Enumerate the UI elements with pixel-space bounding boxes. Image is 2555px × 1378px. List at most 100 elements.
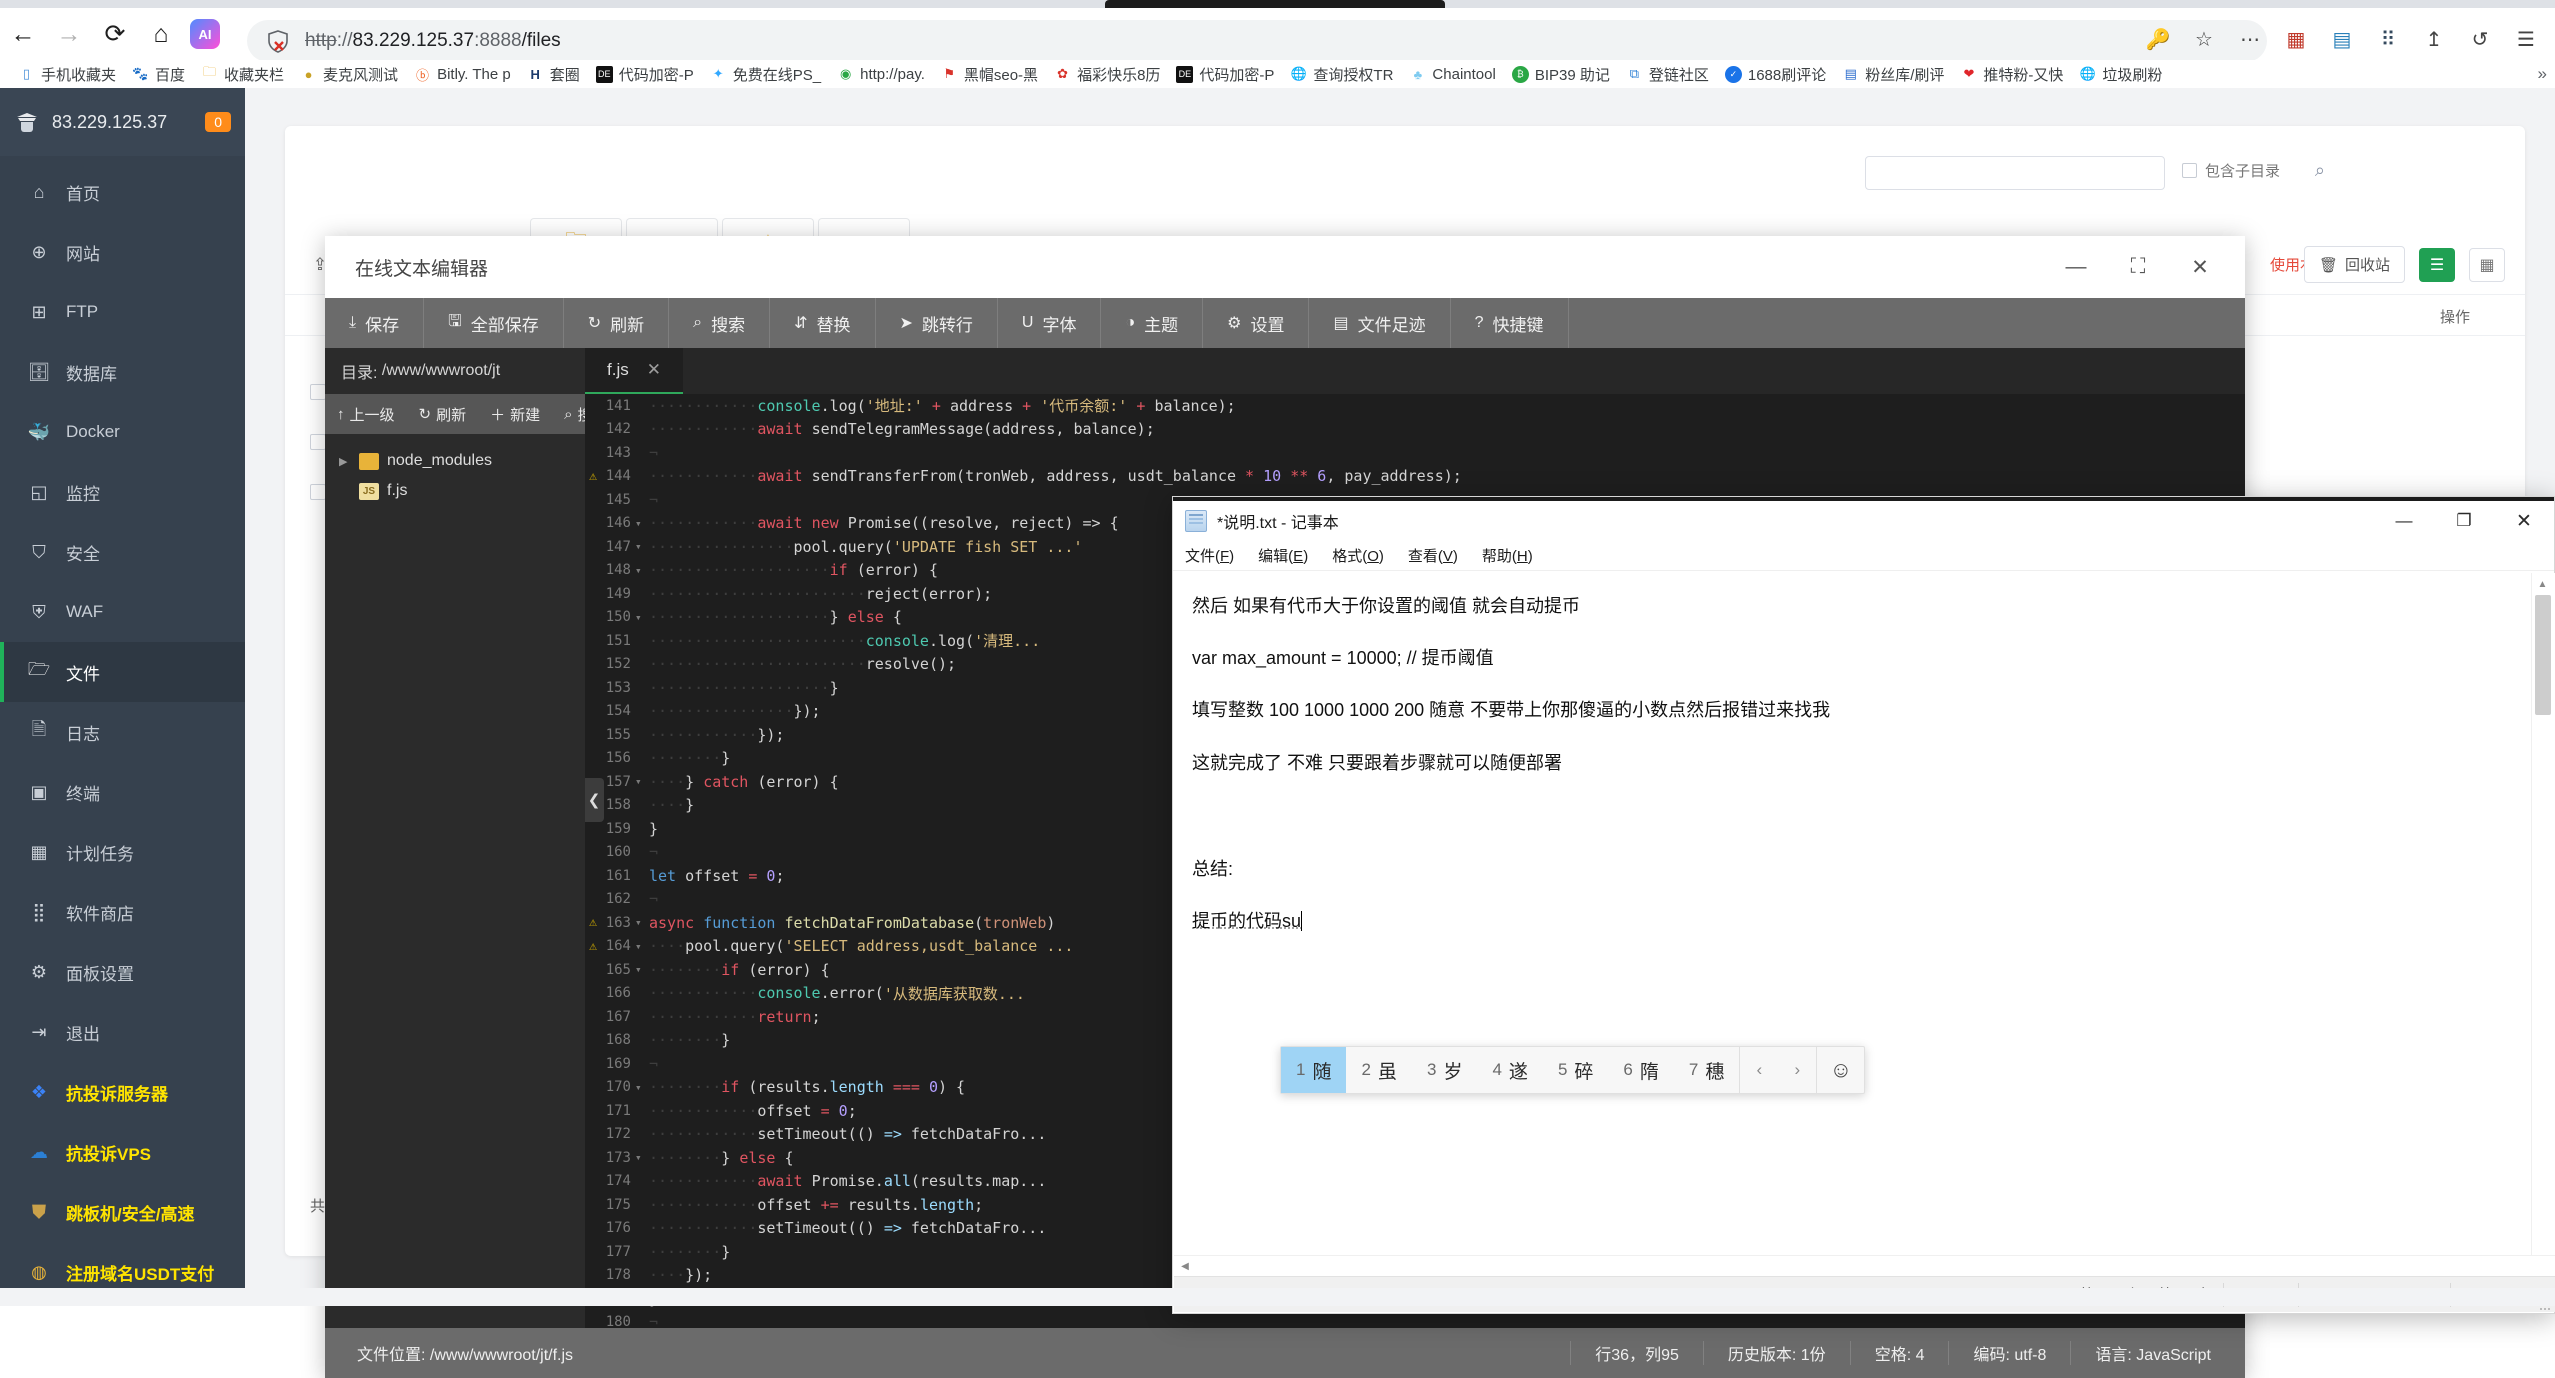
notepad-vertical-scrollbar[interactable]: ▲ [2531,573,2553,1267]
tree-new-button[interactable]: ＋新建 [478,404,552,425]
sidebar-item-terminal[interactable]: ▣终端 [0,762,245,822]
shortcuts-button[interactable]: ?快捷键 [1451,298,1569,348]
fold-arrow-icon[interactable]: ▾ [635,963,649,976]
bookmark-item[interactable]: H套圈 [519,62,588,87]
bookmark-item[interactable]: 🐾百度 [124,62,193,87]
minimize-button[interactable]: — [2045,236,2107,298]
fold-arrow-icon[interactable]: ▾ [635,540,649,553]
ime-candidate[interactable]: 2虽 [1346,1047,1411,1093]
settings-button[interactable]: ⚙设置 [1203,298,1309,348]
fold-arrow-icon[interactable]: ▾ [635,916,649,929]
bookmark-item[interactable]: 🌐查询授权TR [1282,62,1401,87]
search-button[interactable]: ⌕搜索 [669,298,770,348]
maximize-button[interactable]: ❐ [2434,501,2494,541]
star-icon[interactable]: ☆ [2183,18,2225,60]
not-secure-icon[interactable] [265,28,291,54]
sidebar-item-anti-complaint-server[interactable]: ❖抗投诉服务器 [0,1062,245,1122]
save-all-button[interactable]: 🖫全部保存 [424,298,564,348]
include-subdir-checkbox[interactable]: 包含子目录 [2182,160,2280,181]
bookmark-item[interactable]: ✿福彩快乐8历 [1046,62,1168,87]
bookmark-item[interactable]: 🌐垃圾刷粉 [2071,62,2170,87]
list-view-button[interactable]: ☰ [2419,248,2455,282]
close-icon[interactable]: ✕ [647,360,661,380]
fold-arrow-icon[interactable]: ▾ [635,1151,649,1164]
undo-icon[interactable]: ↺ [2459,18,2501,60]
notepad-horizontal-scrollbar[interactable]: ◀ [1174,1255,2555,1277]
close-button[interactable]: ✕ [2494,501,2554,541]
bookmark-item[interactable]: ⚑黑帽seo-黑 [933,62,1046,87]
replace-button[interactable]: ⇵替换 [770,298,875,348]
fold-arrow-icon[interactable]: ▾ [635,564,649,577]
share-icon[interactable]: ↥ [2413,18,2455,60]
ime-candidate[interactable]: 1随 [1281,1047,1346,1093]
sidebar-item-monitor[interactable]: ◱监控 [0,462,245,522]
sidebar-item-waf[interactable]: ⛨WAF [0,582,245,642]
menu-file[interactable]: 文件(F) [1185,545,1234,566]
row-checkbox[interactable] [310,434,326,450]
recycle-bin-button[interactable]: 🗑回收站 [2304,246,2405,283]
menu-edit[interactable]: 编辑(E) [1258,545,1308,566]
bookmark-item[interactable]: DE代码加密-P [588,62,702,87]
sidebar-item-settings[interactable]: ⚙面板设置 [0,942,245,1002]
sidebar-item-files[interactable]: 🗁文件 [0,642,245,702]
tree-refresh-button[interactable]: ↻刷新 [407,404,479,425]
ime-candidate[interactable]: 4遂 [1477,1047,1542,1093]
search-icon[interactable]: ⌕ [2315,160,2325,181]
bookmark-item[interactable]: ❤推特粉-又快 [1952,62,2071,87]
fold-arrow-icon[interactable]: ▾ [635,517,649,530]
ime-next-page-icon[interactable]: › [1778,1047,1816,1093]
file-history-button[interactable]: ▤文件足迹 [1309,298,1450,348]
sidebar-item-ftp[interactable]: ⊞FTP [0,282,245,342]
go-up-button[interactable]: ↑上一级 [325,404,407,425]
ime-candidate[interactable]: 7穗 [1674,1047,1739,1093]
ime-prev-page-icon[interactable]: ‹ [1740,1047,1778,1093]
maximize-button[interactable]: ⛶ [2107,236,2169,298]
sidebar-item-website[interactable]: ⊕网站 [0,222,245,282]
scroll-left-icon[interactable]: ◀ [1174,1261,1196,1272]
fold-arrow-icon[interactable]: ▾ [635,775,649,788]
menu-help[interactable]: 帮助(H) [1482,545,1533,566]
fold-arrow-icon[interactable]: ▾ [635,1081,649,1094]
forward-button[interactable]: → [46,11,92,57]
bookmark-item[interactable]: ◉http://pay. [829,64,933,85]
bookmark-item[interactable]: ₿BIP39 助记 [1504,62,1618,87]
ai-assistant-icon[interactable]: AI [190,19,220,49]
scrollbar-thumb[interactable] [2535,595,2551,715]
notepad-text-area[interactable]: 然后 如果有代币大于你设置的阈值 就会自动提币 var max_amount =… [1174,573,2555,1267]
sidebar-item-jump-server[interactable]: ⛊跳板机/安全/高速 [0,1182,245,1242]
file-search-input[interactable] [1865,156,2165,190]
sidebar-item-home[interactable]: ⌂首页 [0,162,245,222]
bookmarks-overflow-icon[interactable]: » [2538,64,2547,84]
row-checkbox[interactable] [310,384,326,400]
sidebar-item-docker[interactable]: 🐳Docker [0,402,245,462]
code-tab-fjs[interactable]: f.js ✕ [585,348,683,394]
bookmark-item[interactable]: ♣Chaintool [1401,64,1503,85]
sidebar-item-cron[interactable]: ▦计划任务 [0,822,245,882]
address-bar[interactable]: http :// 83.229.125.37 :8888 /files [247,20,2267,62]
fold-arrow-icon[interactable]: ▾ [635,611,649,624]
bookmark-item[interactable]: ✓1688刷评论 [1717,62,1834,87]
bookmark-item[interactable]: ▤粉丝库/刷评 [1834,62,1952,87]
ime-candidate[interactable]: 3岁 [1412,1047,1477,1093]
bookmark-item[interactable]: ⓑBitly. The p [406,64,519,85]
more-icon[interactable]: ⋯ [2229,18,2271,60]
menu-view[interactable]: 查看(V) [1408,545,1458,566]
bookmark-item[interactable]: ✦免费在线PS_ [702,62,829,87]
close-button[interactable]: ✕ [2169,236,2231,298]
goto-line-button[interactable]: ➤跳转行 [876,298,998,348]
bookmark-item[interactable]: ⧉登链社区 [1618,62,1717,87]
bookmark-item[interactable]: 🗀收藏夹栏 [193,62,292,87]
font-button[interactable]: U字体 [998,298,1102,348]
back-button[interactable]: ← [0,11,46,57]
menu-format[interactable]: 格式(O) [1332,545,1384,566]
reload-icon[interactable]: ⟳ [92,11,138,57]
bookmark-item[interactable]: DE代码加密-P [1168,62,1282,87]
bookmark-item[interactable]: ●麦克风测试 [292,62,406,87]
sidebar-item-logs[interactable]: 🗎日志 [0,702,245,762]
sidebar-item-database[interactable]: 🗄数据库 [0,342,245,402]
app-icon[interactable]: ▤ [2321,18,2363,60]
grid-view-button[interactable]: ▦ [2469,248,2505,282]
chevron-right-icon[interactable]: ▶ [339,455,351,468]
ime-candidate[interactable]: 6隋 [1608,1047,1673,1093]
browser-tab-active[interactable] [1105,0,1445,8]
